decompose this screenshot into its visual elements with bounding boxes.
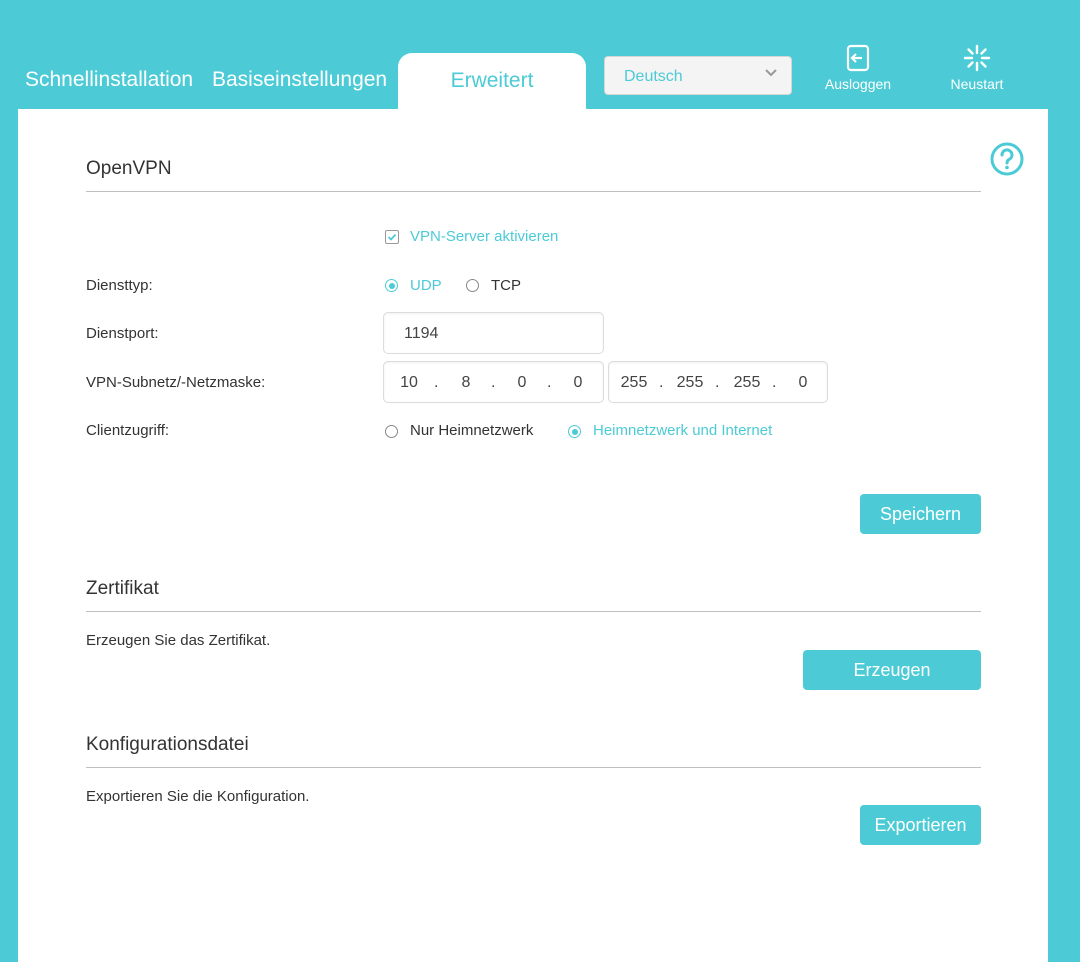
vpn-server-enable-checkbox[interactable]	[385, 230, 399, 244]
reboot-button[interactable]: Neustart	[932, 44, 1022, 92]
logout-label: Ausloggen	[824, 76, 892, 92]
tab-basic-settings[interactable]: Basiseinstellungen	[212, 68, 387, 92]
octet-dot: .	[547, 374, 552, 391]
save-button[interactable]: Speichern	[860, 494, 981, 534]
octet-dot: .	[491, 374, 496, 391]
octet-dot: .	[772, 374, 777, 391]
config-file-title: Konfigurationsdatei	[86, 734, 249, 755]
udp-label[interactable]: UDP	[410, 277, 442, 294]
client-access-label: Clientzugriff:	[86, 422, 170, 439]
check-icon	[387, 233, 397, 241]
home-network-and-internet-label[interactable]: Heimnetzwerk und Internet	[593, 422, 772, 439]
language-value: Deutsch	[624, 68, 683, 85]
logout-icon	[846, 44, 870, 72]
tcp-radio[interactable]	[466, 279, 479, 292]
main-panel: OpenVPN VPN-Server aktivieren Diensttyp:…	[18, 109, 1048, 962]
home-network-only-radio[interactable]	[385, 425, 398, 438]
subnet-input[interactable]: 10 . 8 . 0 . 0	[383, 361, 604, 403]
reboot-label: Neustart	[950, 76, 1004, 92]
service-port-input[interactable]: 1194	[383, 312, 604, 354]
netmask-octet: 255	[676, 374, 704, 391]
help-icon[interactable]	[990, 142, 1024, 176]
reboot-icon	[963, 44, 991, 72]
octet-dot: .	[715, 374, 720, 391]
export-button[interactable]: Exportieren	[860, 805, 981, 845]
subnet-octet: 10	[400, 374, 418, 391]
home-network-and-internet-radio[interactable]	[568, 425, 581, 438]
service-port-value: 1194	[404, 325, 439, 342]
tab-quick-setup[interactable]: Schnellinstallation	[25, 68, 193, 92]
vpn-server-enable-label[interactable]: VPN-Server aktivieren	[410, 228, 558, 245]
generate-certificate-button[interactable]: Erzeugen	[803, 650, 981, 690]
language-select[interactable]: Deutsch	[604, 56, 792, 95]
tab-advanced[interactable]: Erweitert	[398, 53, 586, 115]
divider	[86, 767, 981, 768]
home-network-only-label[interactable]: Nur Heimnetzwerk	[410, 422, 533, 439]
udp-radio[interactable]	[385, 279, 398, 292]
tcp-label[interactable]: TCP	[491, 277, 521, 294]
service-type-label: Diensttyp:	[86, 277, 153, 294]
openvpn-title: OpenVPN	[86, 158, 172, 179]
certificate-description: Erzeugen Sie das Zertifikat.	[86, 632, 271, 649]
netmask-input[interactable]: 255 . 255 . 255 . 0	[608, 361, 828, 403]
chevron-down-icon	[765, 69, 777, 77]
subnet-octet: 8	[461, 374, 471, 391]
subnet-octet: 0	[517, 374, 527, 391]
netmask-octet: 0	[798, 374, 808, 391]
subnet-label: VPN-Subnetz/-Netzmaske:	[86, 374, 266, 391]
service-port-label: Dienstport:	[86, 325, 159, 342]
octet-dot: .	[434, 374, 439, 391]
netmask-octet: 255	[620, 374, 648, 391]
divider	[86, 191, 981, 192]
octet-dot: .	[659, 374, 664, 391]
divider	[86, 611, 981, 612]
logout-button[interactable]: Ausloggen	[813, 44, 903, 92]
config-file-description: Exportieren Sie die Konfiguration.	[86, 788, 310, 805]
certificate-title: Zertifikat	[86, 578, 159, 599]
subnet-octet: 0	[573, 374, 583, 391]
netmask-octet: 255	[733, 374, 761, 391]
